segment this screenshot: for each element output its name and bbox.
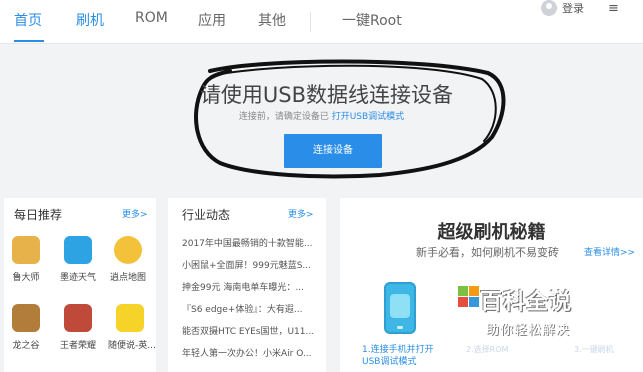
- tab-apps[interactable]: 应用: [198, 10, 226, 30]
- tab-rom[interactable]: ROM: [135, 10, 168, 26]
- tab-flash[interactable]: 刷机: [76, 10, 104, 30]
- phone-icon: [384, 282, 416, 334]
- login-link[interactable]: 登录: [562, 0, 584, 16]
- watermark-title: 百科全说: [480, 290, 573, 315]
- logo-square-icon: [458, 286, 468, 296]
- nav-divider: [310, 12, 311, 32]
- app-item[interactable]: 随便说-英...: [108, 304, 156, 351]
- one-click-root-button[interactable]: 一键Root: [342, 10, 402, 30]
- shuo-icon: [116, 304, 144, 332]
- guide-title: 超级刷机秘籍: [437, 222, 546, 243]
- news-item[interactable]: 小困鼠+全面屏！999元魅蓝S...: [182, 258, 314, 271]
- ludashi-icon: [12, 236, 40, 264]
- news-item[interactable]: 年轻人第一次办公！小米Air O...: [182, 346, 314, 359]
- guide-subtitle: 新手必看，如何刷机不易变砖: [416, 246, 559, 259]
- game-hero-icon: [64, 304, 92, 332]
- panel-title: 行业动态: [182, 208, 231, 222]
- daily-more-link[interactable]: 更多>: [122, 207, 148, 220]
- app-name: 王者荣耀: [60, 341, 97, 351]
- news-item[interactable]: 能否双摄HTC EYEs国世，U11...: [182, 324, 314, 337]
- tab-home[interactable]: 首页: [14, 10, 42, 30]
- tab-other[interactable]: 其他: [258, 10, 286, 30]
- hero-subtitle-text: 连接前，请确定设备已: [238, 112, 329, 122]
- logo-square-icon: [458, 297, 468, 307]
- view-details-link[interactable]: 查看详情>>: [584, 245, 635, 258]
- app-item[interactable]: 龙之谷: [8, 304, 44, 351]
- step-two: 2.选择ROM: [466, 345, 509, 354]
- phone-home-button: [397, 326, 403, 329]
- news-item[interactable]: 『S6 edge+体验』：大有遐...: [182, 302, 314, 315]
- top-nav: 首页 刷机 ROM 应用 其他 一键Root 登录 ≡: [0, 0, 643, 44]
- baike-watermark: 百科全说 助你轻松解决: [456, 284, 600, 342]
- app-item[interactable]: 鲁大师: [8, 236, 44, 283]
- watermark-subtitle: 助你轻松解决: [486, 323, 571, 338]
- logo-square-icon: [469, 297, 479, 307]
- game-dragon-icon: [12, 304, 40, 332]
- active-tab-indicator: [14, 40, 44, 42]
- step-three: 3.一键刷机: [574, 345, 614, 354]
- usb-debug-link[interactable]: 打开USB调试模式: [332, 112, 404, 122]
- daily-recommend-panel: 每日推荐 更多> 鲁大师 墨迹天气 逍点地图 龙之谷 王者荣耀 随便说-英...: [4, 198, 156, 372]
- weather-icon: [64, 236, 92, 264]
- connect-hero: 请使用USB数据线连接设备 连接前，请确定设备已 打开USB调试模式 连接设备: [0, 45, 643, 183]
- news-item[interactable]: 2017年中国最畅销的十款智能...: [182, 236, 314, 249]
- app-name: 逍点地图: [110, 273, 147, 283]
- app-name: 墨迹天气: [60, 273, 97, 283]
- hero-subtitle: 连接前，请确定设备已 打开USB调试模式: [0, 109, 643, 122]
- user-avatar-icon[interactable]: [541, 0, 557, 16]
- app-name: 龙之谷: [12, 341, 40, 351]
- menu-icon[interactable]: ≡: [608, 1, 619, 16]
- app-item[interactable]: 逍点地图: [110, 236, 146, 283]
- lollipop-icon: [114, 236, 142, 264]
- connect-device-button[interactable]: 连接设备: [284, 134, 382, 168]
- app-name: 随便说-英...: [108, 341, 156, 351]
- app-item[interactable]: 王者荣耀: [60, 304, 96, 351]
- step-one-line2: USB调试模式: [362, 357, 417, 367]
- news-more-link[interactable]: 更多>: [288, 207, 314, 220]
- hero-title: 请使用USB数据线连接设备: [199, 83, 454, 107]
- app-item[interactable]: 墨迹天气: [60, 236, 96, 283]
- app-name: 鲁大师: [12, 273, 40, 283]
- industry-news-panel: 行业动态 更多> 2017年中国最畅销的十款智能... 小困鼠+全面屏！999元…: [168, 198, 326, 372]
- panel-title: 每日推荐: [14, 208, 63, 222]
- news-item[interactable]: 抻金99元 海南电单车曝光：...: [182, 280, 314, 293]
- logo-square-icon: [469, 286, 479, 296]
- shield-icon: [390, 294, 410, 318]
